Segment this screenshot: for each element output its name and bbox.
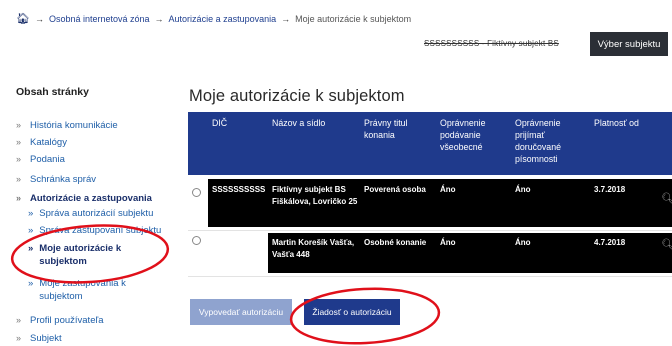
table-header: DIČ Názov a sídlo Právny titul konania O… — [188, 112, 672, 175]
sidebar-subitem-label: Moje zastupovania k subjektom — [39, 278, 126, 302]
column-header-pravny-titul: Právny titul konania — [364, 118, 408, 140]
sidebar-item-katalogy[interactable]: » Katalógy — [16, 137, 67, 148]
chevron-right-icon: » — [16, 120, 22, 130]
sidebar-item-label: Autorizácie a zastupovania — [30, 193, 152, 204]
sidebar-item-schranka[interactable]: » Schránka správ — [16, 174, 96, 185]
sidebar-item-historia[interactable]: » História komunikácie — [16, 120, 118, 131]
cell-dic: SSSSSSSSSS — [212, 185, 266, 194]
sidebar-subitem-label: Moje autorizácie k subjektom — [39, 243, 122, 267]
sidebar-item-label: Profil používateľa — [30, 315, 104, 326]
chevron-right-icon: » — [16, 333, 22, 343]
sidebar-item-label: Schránka správ — [30, 174, 97, 185]
breadcrumb-item-current: Moje autorizácie k subjektom — [295, 13, 412, 24]
chevron-right-icon: » — [16, 154, 22, 164]
sidebar-subitem-moje-autorizacie[interactable]: » Moje autorizácie k subjektom — [28, 242, 138, 268]
sidebar-item-label: Katalógy — [30, 137, 67, 148]
home-icon[interactable]: 🏠︎ — [16, 12, 30, 25]
sidebar-subitem-label: Správa zastupovaní subjektu — [39, 225, 162, 236]
column-header-platnost-od: Platnosť od — [594, 118, 639, 128]
cell-opravnenie-prijimat: Áno — [515, 238, 531, 247]
row-select-radio[interactable] — [192, 236, 201, 245]
breadcrumb-item-osobna-zona[interactable]: Osobná internetová zóna — [49, 14, 150, 24]
sidebar-subitem-label: Správa autorizácií subjektu — [39, 208, 154, 219]
sidebar-item-label: História komunikácie — [30, 120, 118, 131]
sidebar-item-subjekt[interactable]: » Subjekt — [16, 333, 62, 344]
sidebar-subitem-sprava-zastupovani[interactable]: » Správa zastupovaní subjektu — [28, 225, 161, 236]
chevron-right-icon: » — [28, 278, 34, 289]
chevron-right-icon: » — [16, 137, 22, 147]
column-header-nazov: Názov a sídlo — [272, 118, 326, 128]
chevron-down-icon: » — [28, 243, 34, 254]
cell-opravnenie-podavanie: Áno — [440, 185, 456, 194]
page-title: Moje autorizácie k subjektom — [189, 87, 405, 105]
cell-opravnenie-podavanie: Áno — [440, 238, 456, 247]
sidebar-item-profil[interactable]: » Profil používateľa — [16, 315, 104, 326]
chevron-right-icon: » — [28, 225, 34, 236]
sidebar-item-autorizacie[interactable]: » Autorizácie a zastupovania — [16, 193, 152, 204]
sidebar-subitem-moje-zastupovania[interactable]: » Moje zastupovania k subjektom — [28, 277, 148, 303]
sidebar-title: Obsah stránky — [16, 86, 89, 98]
cell-opravnenie-prijimat: Áno — [515, 185, 531, 194]
chevron-right-icon: » — [16, 174, 22, 184]
cell-pravny-titul: Osobné konanie — [364, 238, 427, 247]
row-select-radio[interactable] — [192, 188, 201, 197]
column-header-dic: DIČ — [212, 118, 228, 128]
breadcrumb-separator: → — [154, 13, 164, 24]
select-subject-button[interactable]: Výber subjektu — [590, 32, 668, 56]
cell-nazov: Fiktívny subjekt BS Fiškálova, Lovričko … — [272, 185, 358, 206]
cell-pravny-titul: Poverená osoba — [364, 185, 426, 194]
request-authorization-button[interactable]: Žiadosť o autorizáciu — [304, 299, 400, 325]
chevron-right-icon: » — [28, 208, 34, 219]
search-icon[interactable]: 🔍︎ — [661, 238, 672, 251]
column-header-opravnenie-podavanie: Oprávnenie podávanie všeobecné — [440, 118, 486, 152]
breadcrumb: 🏠︎ → Osobná internetová zóna → Autorizác… — [16, 12, 411, 25]
cell-platnost-od: 3.7.2018 — [594, 185, 626, 194]
revoke-authorization-button[interactable]: Vypovedať autorizáciu — [190, 299, 292, 325]
column-header-opravnenie-prijimat: Oprávnenie prijímať doručované písomnost… — [515, 118, 561, 164]
sidebar-item-podania[interactable]: » Podania — [16, 154, 65, 165]
sidebar-item-label: Subjekt — [30, 333, 62, 344]
breadcrumb-item-autorizacie[interactable]: Autorizácie a zastupovania — [169, 14, 277, 24]
table-row[interactable]: SSSSSSSSSS Fiktívny subjekt BS Fiškálova… — [188, 175, 672, 231]
search-icon[interactable]: 🔍︎ — [661, 192, 672, 205]
cell-platnost-od: 4.7.2018 — [594, 238, 626, 247]
sidebar-item-label: Podania — [30, 154, 65, 165]
cell-nazov: Martin Korešík Vašťa, Vašťa 448 — [272, 238, 355, 259]
sidebar-subitem-sprava-autorizacii[interactable]: » Správa autorizácií subjektu — [28, 208, 153, 219]
table-row[interactable]: Martin Korešík Vašťa, Vašťa 448 Osobné k… — [188, 231, 672, 277]
breadcrumb-separator: → — [281, 13, 291, 24]
chevron-right-icon: » — [16, 315, 22, 325]
current-subject-label: SSSSSSSSSS - Fiktívny subjekt BS — [424, 39, 559, 48]
chevron-down-icon: » — [16, 193, 22, 203]
breadcrumb-separator: → — [34, 13, 44, 24]
